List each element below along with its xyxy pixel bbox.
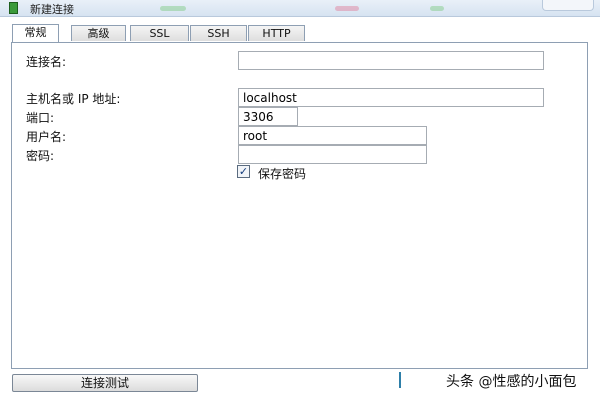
new-connection-window: 新建连接 常规 高级 SSL SSH HTTP 连接名: 主机名或 IP 地址:… [0,0,600,400]
connection-name-input[interactable] [238,51,544,70]
tab-general[interactable]: 常规 [12,24,59,42]
title-decoration [160,6,186,11]
title-bar[interactable]: 新建连接 [0,0,600,17]
text-cursor-mark [399,372,401,388]
tab-ssl[interactable]: SSL [130,25,189,41]
password-input[interactable] [238,145,427,164]
host-label: 主机名或 IP 地址: [26,92,121,106]
title-decoration [335,6,359,11]
close-button[interactable] [542,0,594,11]
app-icon [9,2,18,14]
tab-advanced[interactable]: 高级 [71,25,126,41]
test-connection-button[interactable]: 连接测试 [12,374,198,392]
port-label: 端口: [26,111,55,125]
tab-http[interactable]: HTTP [248,25,305,41]
username-label: 用户名: [26,130,67,144]
title-decoration [430,6,444,11]
port-input[interactable] [238,107,298,126]
username-input[interactable] [238,126,427,145]
window-title: 新建连接 [30,3,74,16]
watermark-text: 头条 @性感的小面包 [446,374,577,390]
password-label: 密码: [26,149,55,163]
save-password-checkbox[interactable]: ✓ [237,165,250,178]
connection-name-label: 连接名: [26,55,67,69]
host-input[interactable] [238,88,544,107]
save-password-label[interactable]: 保存密码 [258,165,306,182]
tab-ssh[interactable]: SSH [190,25,247,41]
